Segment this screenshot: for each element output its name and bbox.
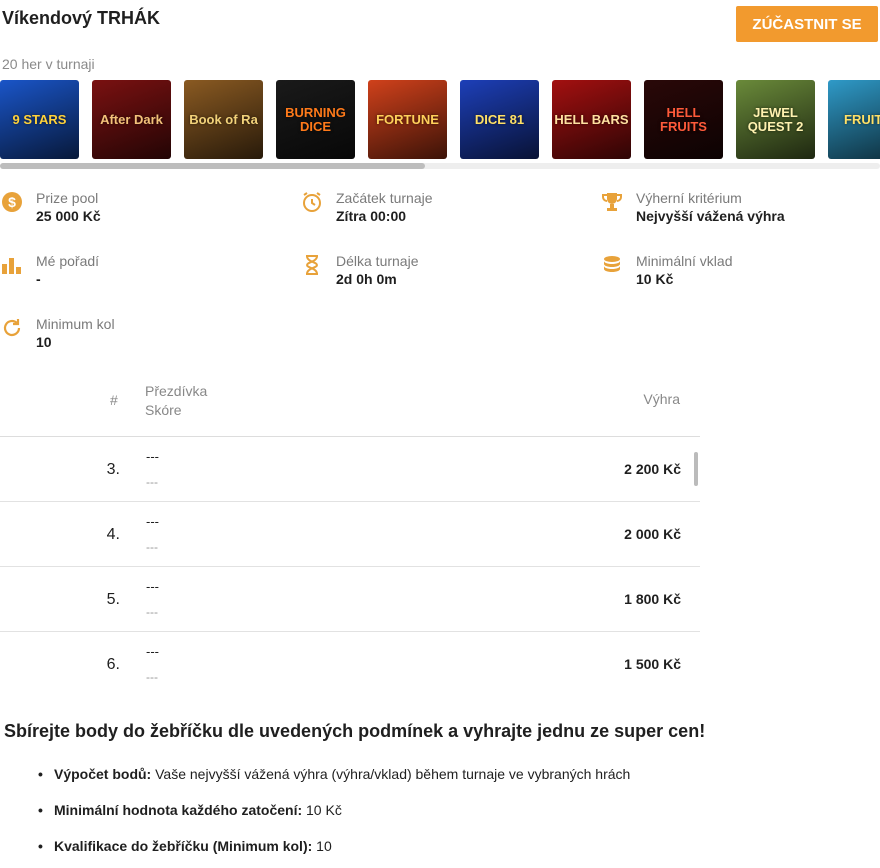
row-rank: 3.	[106, 461, 120, 478]
coin-stack-icon	[600, 253, 624, 277]
rule-key: Výpočet bodů:	[54, 766, 152, 782]
table-row: 5. --- --- 1 800 Kč	[0, 567, 700, 632]
game-title: HELL BARS	[554, 111, 629, 127]
game-title: DICE 81	[474, 111, 525, 127]
table-row: 4. --- --- 2 000 Kč	[0, 502, 700, 567]
duration-value: 2d 0h 0m	[336, 271, 397, 287]
prize-pool: $ Prize pool 25 000 Kč	[0, 190, 101, 226]
min-deposit-label: Minimální vklad	[636, 253, 733, 269]
my-rank: Mé pořadí -	[0, 253, 99, 289]
game-tile[interactable]: FORTUNE	[368, 80, 447, 159]
list-item: Minimální hodnota každého zatočení: 10 K…	[36, 796, 630, 832]
table-row: 6. --- --- 1 500 Kč	[0, 632, 700, 693]
rule-text: 10	[312, 838, 332, 854]
game-title: FORTUNE	[376, 111, 439, 127]
rules-list: Výpočet bodů: Vaše nejvyšší vážená výhra…	[36, 760, 630, 868]
game-title: After Dark	[100, 111, 163, 127]
carousel-scrollbar-thumb[interactable]	[0, 163, 425, 169]
games-carousel[interactable]: 9 STARS After Dark Book of Ra BURNING DI…	[0, 80, 880, 160]
table-row: 3. --- --- 2 200 Kč	[0, 437, 700, 502]
description-title: Sbírejte body do žebříčku dle uvedených …	[4, 721, 706, 741]
game-tile[interactable]: FRUITS	[828, 80, 880, 159]
prize-pool-label: Prize pool	[36, 190, 99, 206]
game-tile[interactable]: JEWEL QUEST 2	[736, 80, 815, 159]
row-score: ---	[146, 670, 158, 684]
game-title: BURNING DICE	[285, 104, 346, 134]
list-item: Výpočet bodů: Vaše nejvyšší vážená výhra…	[36, 760, 630, 796]
tournament-start: Začátek turnaje Zítra 00:00	[300, 190, 433, 226]
column-header-prize: Výhra	[643, 391, 680, 407]
row-nick: ---	[146, 449, 159, 464]
game-tile[interactable]: 9 STARS	[0, 80, 79, 159]
row-score: ---	[146, 475, 158, 489]
leaderboard-table[interactable]: 3. --- --- 2 200 Kč 4. --- --- 2 000 Kč …	[0, 436, 700, 693]
rule-key: Minimální hodnota každého zatočení:	[54, 802, 303, 818]
game-tile[interactable]: Book of Ra	[184, 80, 263, 159]
start-value: Zítra 00:00	[336, 208, 407, 224]
row-prize: 1 500 Kč	[624, 656, 681, 672]
min-rounds-value: 10	[36, 334, 52, 350]
column-header-player: Přezdívka Skóre	[145, 382, 207, 420]
row-prize: 2 200 Kč	[624, 461, 681, 477]
game-tile[interactable]: DICE 81	[460, 80, 539, 159]
game-title: HELL FRUITS	[660, 104, 707, 134]
game-tile[interactable]: HELL BARS	[552, 80, 631, 159]
start-label: Začátek turnaje	[336, 190, 433, 206]
leaderboard-scrollbar[interactable]	[694, 452, 698, 486]
row-nick: ---	[146, 644, 159, 659]
join-button[interactable]: ZÚČASTNIT SE	[736, 6, 878, 42]
row-prize: 2 000 Kč	[624, 526, 681, 542]
min-rounds-label: Minimum kol	[36, 316, 115, 332]
min-deposit: Minimální vklad 10 Kč	[600, 253, 732, 289]
min-rounds: Minimum kol 10	[0, 316, 115, 352]
column-header-score: Skóre	[145, 402, 182, 418]
prize-pool-value: 25 000 Kč	[36, 208, 101, 224]
duration-label: Délka turnaje	[336, 253, 419, 269]
page-title: Víkendový TRHÁK	[2, 8, 161, 28]
my-rank-value: -	[36, 271, 41, 287]
alarm-clock-icon	[300, 190, 324, 214]
game-title: JEWEL QUEST 2	[747, 104, 804, 134]
bar-chart-icon	[0, 253, 24, 277]
game-tile[interactable]: HELL FRUITS	[644, 80, 723, 159]
criterion-value: Nejvyšší vážená výhra	[636, 208, 785, 224]
trophy-icon	[600, 190, 624, 214]
row-nick: ---	[146, 579, 159, 594]
row-prize: 1 800 Kč	[624, 591, 681, 607]
row-score: ---	[146, 540, 158, 554]
game-title: Book of Ra	[189, 111, 258, 127]
my-rank-label: Mé pořadí	[36, 253, 100, 269]
svg-text:$: $	[8, 194, 16, 210]
game-title: FRUITS	[844, 111, 880, 127]
row-rank: 4.	[106, 526, 120, 543]
row-rank: 6.	[106, 656, 120, 673]
games-count: 20 her v turnaji	[2, 56, 95, 72]
rule-text: 10 Kč	[302, 802, 342, 818]
refresh-icon	[0, 316, 24, 340]
game-tile[interactable]: BURNING DICE	[276, 80, 355, 159]
carousel-scrollbar[interactable]	[0, 163, 880, 169]
hourglass-icon	[300, 253, 324, 277]
win-criterion: Výherní kritérium Nejvyšší vážená výhra	[600, 190, 785, 226]
game-tile[interactable]: After Dark	[92, 80, 171, 159]
coin-icon: $	[0, 190, 24, 214]
row-nick: ---	[146, 514, 159, 529]
column-header-nick: Přezdívka	[145, 383, 208, 399]
tournament-duration: Délka turnaje 2d 0h 0m	[300, 253, 419, 289]
row-rank: 5.	[106, 591, 120, 608]
game-title: 9 STARS	[12, 111, 67, 127]
criterion-label: Výherní kritérium	[636, 190, 742, 206]
rule-key: Kvalifikace do žebříčku (Minimum kol):	[54, 838, 313, 854]
row-score: ---	[146, 605, 158, 619]
min-deposit-value: 10 Kč	[636, 271, 674, 287]
column-header-rank: #	[110, 392, 118, 408]
rule-text: Vaše nejvyšší vážená výhra (výhra/vklad)…	[151, 766, 631, 782]
